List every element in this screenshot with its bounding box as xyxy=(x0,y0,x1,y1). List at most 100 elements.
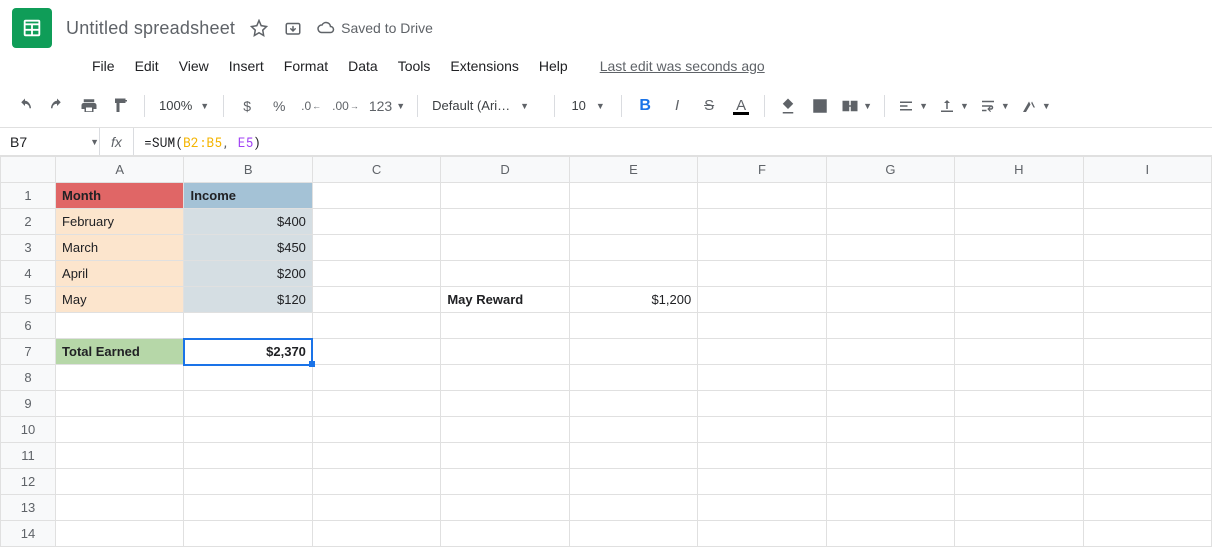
cloud-saved[interactable]: Saved to Drive xyxy=(317,19,433,37)
cell-H9[interactable] xyxy=(955,391,1083,417)
v-align-button[interactable]: ▼ xyxy=(934,91,973,121)
row-header-2[interactable]: 2 xyxy=(1,209,56,235)
cell-B5[interactable]: $120 xyxy=(184,287,312,313)
cell-B4[interactable]: $200 xyxy=(184,261,312,287)
cell-B8[interactable] xyxy=(184,365,312,391)
cell-B7[interactable]: $2,370 xyxy=(184,339,312,365)
menu-tools[interactable]: Tools xyxy=(390,54,439,78)
row-header-5[interactable]: 5 xyxy=(1,287,56,313)
cell-H6[interactable] xyxy=(955,313,1083,339)
number-format-button[interactable]: 123▼ xyxy=(365,91,409,121)
wrap-button[interactable]: ▼ xyxy=(975,91,1014,121)
col-header-A[interactable]: A xyxy=(56,157,184,183)
cell-A1[interactable]: Month xyxy=(56,183,184,209)
increase-decimal-button[interactable]: .00→ xyxy=(328,91,363,121)
font-select[interactable]: Default (Ari…▼ xyxy=(426,98,546,113)
cell-I11[interactable] xyxy=(1083,443,1211,469)
last-edit-link[interactable]: Last edit was seconds ago xyxy=(600,58,765,74)
cell-D10[interactable] xyxy=(441,417,569,443)
document-title[interactable]: Untitled spreadsheet xyxy=(66,18,235,39)
cell-H14[interactable] xyxy=(955,521,1083,547)
cell-G13[interactable] xyxy=(826,495,954,521)
name-box[interactable]: B7 ▼ xyxy=(0,128,100,155)
cell-E4[interactable] xyxy=(569,261,697,287)
rotate-button[interactable]: ▼ xyxy=(1016,91,1055,121)
cell-H3[interactable] xyxy=(955,235,1083,261)
cell-C6[interactable] xyxy=(312,313,440,339)
cell-E10[interactable] xyxy=(569,417,697,443)
cell-G8[interactable] xyxy=(826,365,954,391)
cell-G9[interactable] xyxy=(826,391,954,417)
cell-E6[interactable] xyxy=(569,313,697,339)
cell-D3[interactable] xyxy=(441,235,569,261)
col-header-C[interactable]: C xyxy=(312,157,440,183)
cell-D1[interactable] xyxy=(441,183,569,209)
cell-D11[interactable] xyxy=(441,443,569,469)
cell-D4[interactable] xyxy=(441,261,569,287)
cell-F11[interactable] xyxy=(698,443,826,469)
row-header-1[interactable]: 1 xyxy=(1,183,56,209)
cell-F6[interactable] xyxy=(698,313,826,339)
menu-insert[interactable]: Insert xyxy=(221,54,272,78)
menu-data[interactable]: Data xyxy=(340,54,386,78)
font-size-select[interactable]: 10▼ xyxy=(563,98,613,113)
cell-B12[interactable] xyxy=(184,469,312,495)
cell-I10[interactable] xyxy=(1083,417,1211,443)
cell-D6[interactable] xyxy=(441,313,569,339)
cell-I9[interactable] xyxy=(1083,391,1211,417)
cell-H1[interactable] xyxy=(955,183,1083,209)
cell-C1[interactable] xyxy=(312,183,440,209)
cell-A13[interactable] xyxy=(56,495,184,521)
cell-F12[interactable] xyxy=(698,469,826,495)
cell-C3[interactable] xyxy=(312,235,440,261)
cell-G11[interactable] xyxy=(826,443,954,469)
cell-B13[interactable] xyxy=(184,495,312,521)
cell-G1[interactable] xyxy=(826,183,954,209)
cell-G14[interactable] xyxy=(826,521,954,547)
row-header-12[interactable]: 12 xyxy=(1,469,56,495)
cell-I14[interactable] xyxy=(1083,521,1211,547)
cell-A2[interactable]: February xyxy=(56,209,184,235)
selection-handle[interactable] xyxy=(309,361,315,367)
cell-B2[interactable]: $400 xyxy=(184,209,312,235)
cell-F2[interactable] xyxy=(698,209,826,235)
cell-G5[interactable] xyxy=(826,287,954,313)
cell-E1[interactable] xyxy=(569,183,697,209)
cell-I8[interactable] xyxy=(1083,365,1211,391)
cell-B10[interactable] xyxy=(184,417,312,443)
col-header-F[interactable]: F xyxy=(698,157,826,183)
cell-F4[interactable] xyxy=(698,261,826,287)
cell-G3[interactable] xyxy=(826,235,954,261)
col-header-B[interactable]: B xyxy=(184,157,312,183)
cell-A6[interactable] xyxy=(56,313,184,339)
cell-H5[interactable] xyxy=(955,287,1083,313)
cell-E14[interactable] xyxy=(569,521,697,547)
cell-C5[interactable] xyxy=(312,287,440,313)
spreadsheet-grid[interactable]: A B C D E F G H I 1 Month Income 2 Febru… xyxy=(0,156,1212,547)
menu-help[interactable]: Help xyxy=(531,54,576,78)
cell-E7[interactable] xyxy=(569,339,697,365)
col-header-E[interactable]: E xyxy=(569,157,697,183)
cell-F5[interactable] xyxy=(698,287,826,313)
row-header-6[interactable]: 6 xyxy=(1,313,56,339)
row-header-11[interactable]: 11 xyxy=(1,443,56,469)
cell-A7[interactable]: Total Earned xyxy=(56,339,184,365)
cell-B6[interactable] xyxy=(184,313,312,339)
cell-D8[interactable] xyxy=(441,365,569,391)
cell-B11[interactable] xyxy=(184,443,312,469)
cell-H7[interactable] xyxy=(955,339,1083,365)
cell-H4[interactable] xyxy=(955,261,1083,287)
cell-F13[interactable] xyxy=(698,495,826,521)
cell-G12[interactable] xyxy=(826,469,954,495)
select-all-corner[interactable] xyxy=(1,157,56,183)
format-percent-button[interactable]: % xyxy=(264,91,294,121)
decrease-decimal-button[interactable]: .0← xyxy=(296,91,326,121)
cell-E2[interactable] xyxy=(569,209,697,235)
cell-H8[interactable] xyxy=(955,365,1083,391)
cell-E3[interactable] xyxy=(569,235,697,261)
cell-A5[interactable]: May xyxy=(56,287,184,313)
cell-F10[interactable] xyxy=(698,417,826,443)
cell-C11[interactable] xyxy=(312,443,440,469)
row-header-8[interactable]: 8 xyxy=(1,365,56,391)
text-color-button[interactable]: A xyxy=(726,91,756,121)
